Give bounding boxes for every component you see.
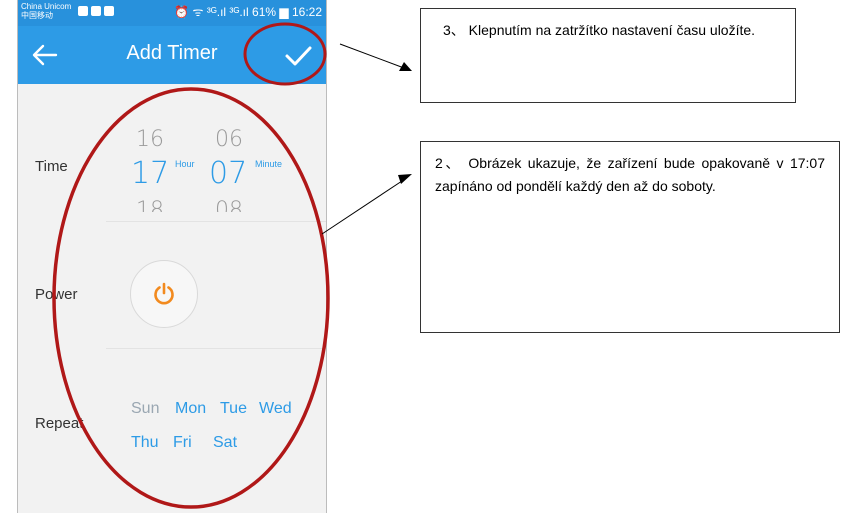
settings-highlight-ellipse	[52, 87, 330, 509]
annotation-arrow-schedule	[321, 178, 406, 235]
annotation-arrow-save	[339, 43, 405, 69]
confirm-highlight-ellipse	[243, 22, 327, 86]
annotation-overlay	[52, 22, 412, 509]
